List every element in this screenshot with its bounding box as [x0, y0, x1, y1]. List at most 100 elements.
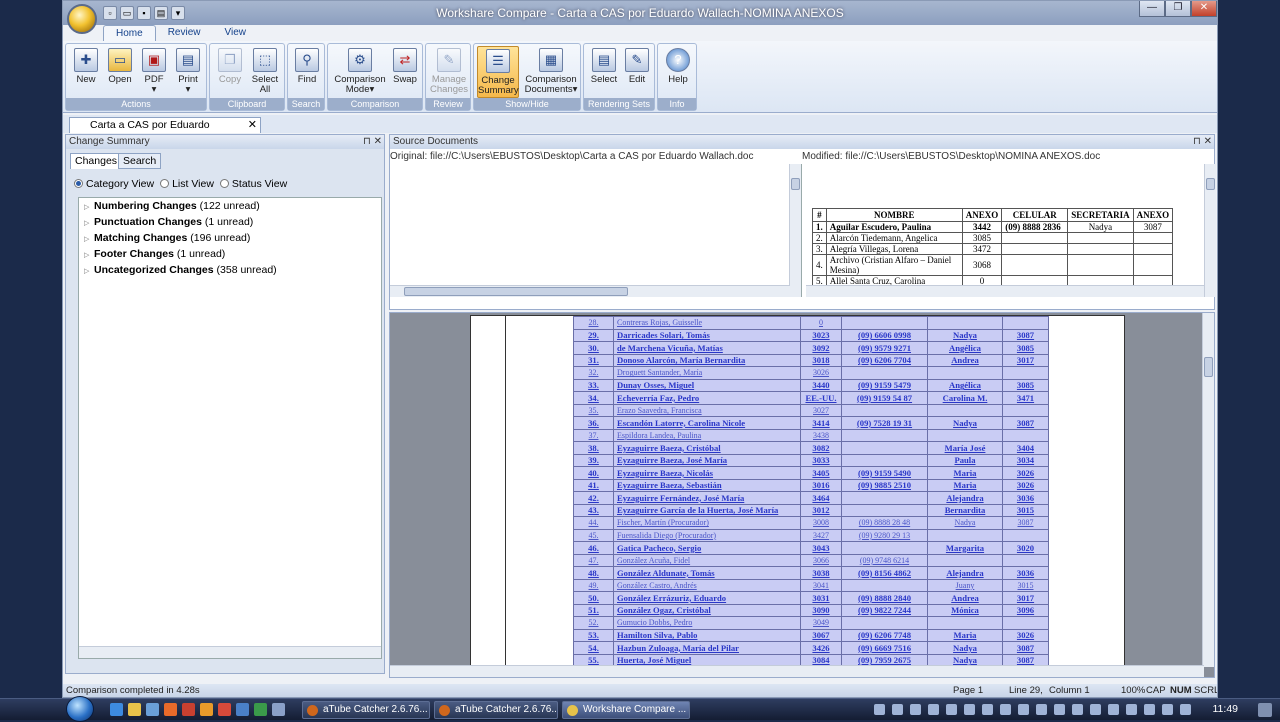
original-horizontal-scrollbar[interactable] — [390, 285, 790, 297]
help-button[interactable]: ? Help — [662, 46, 694, 85]
tree-node-footer[interactable]: ▷ Footer Changes (1 unread) — [79, 246, 381, 262]
table-cell: 47. — [573, 553, 614, 567]
find-button[interactable]: ⚲ Find — [291, 46, 323, 85]
select-set-button[interactable]: ▤ Select — [588, 46, 620, 85]
pdf-icon: ▣ — [142, 48, 166, 72]
category-view-option[interactable]: Category View — [74, 178, 154, 190]
quicklaunch-icon[interactable] — [254, 703, 267, 716]
modified-vertical-scrollbar[interactable] — [1204, 164, 1216, 297]
table-cell: 45. — [573, 528, 614, 542]
tree-node-uncategorized[interactable]: ▷ Uncategorized Changes (358 unread) — [79, 262, 381, 278]
tree-node-matching[interactable]: ▷ Matching Changes (196 unread) — [79, 230, 381, 246]
tree-node-punctuation[interactable]: ▷ Punctuation Changes (1 unread) — [79, 214, 381, 230]
table-cell: 3041 — [800, 578, 842, 592]
minimize-button[interactable]: — — [1139, 1, 1165, 17]
table-cell: Contreras Rojas, Guisselle — [613, 316, 801, 330]
table-cell: Andrea — [927, 353, 1003, 367]
list-view-option[interactable]: List View — [160, 178, 214, 190]
table-cell: 3017 — [1002, 591, 1049, 605]
document-tab[interactable]: Carta a CAS por Eduardo Wallach-... ✕ — [69, 117, 261, 145]
qat-open-icon[interactable]: ▭ — [120, 6, 134, 20]
firefox-icon[interactable] — [164, 703, 177, 716]
table-cell: Eyzaguirre Baeza, Nicolás — [613, 466, 801, 480]
original-document-view[interactable] — [390, 164, 802, 297]
close-tab-icon[interactable]: ✕ — [248, 118, 257, 132]
table-row: 49. González Castro, Andrés 3041 Juany 3015 — [573, 578, 1049, 592]
modified-document-view[interactable]: # NOMBRE ANEXO CELULAR SECRETARIA ANEXO … — [806, 164, 1216, 297]
quicklaunch-icon[interactable] — [272, 703, 285, 716]
quicklaunch-icon[interactable] — [218, 703, 231, 716]
tree-horizontal-scrollbar[interactable] — [79, 646, 381, 658]
tab-home[interactable]: Home — [103, 25, 156, 41]
edit-set-icon: ✎ — [625, 48, 649, 72]
comparison-documents-button[interactable]: ▦ Comparison Documents▾ — [522, 46, 580, 95]
quicklaunch-icon[interactable] — [146, 703, 159, 716]
comparison-mode-button[interactable]: ⚙ Comparison Mode▾ — [332, 46, 388, 95]
tab-review[interactable]: Review — [156, 25, 213, 41]
table-cell: Donoso Alarcón, María Bernardita — [613, 353, 801, 367]
new-button[interactable]: ✚ New — [70, 46, 102, 85]
maximize-button[interactable]: ❐ — [1165, 1, 1191, 17]
help-icon: ? — [666, 48, 690, 72]
table-cell: Gatica Pacheco, Sergio — [613, 541, 801, 555]
pane-close-icon[interactable]: ⊓ ✕ — [363, 135, 382, 149]
comparison-view[interactable]: 28. Contreras Rojas, Guisselle 0 29. Darrica… — [389, 312, 1215, 678]
table-row: 38. Eyzaguirre Baeza, Cristóbal 3082 María … — [573, 441, 1049, 455]
table-cell: 52. — [573, 616, 614, 630]
quicklaunch-icon[interactable] — [200, 703, 213, 716]
taskbar-button-workshare[interactable]: Workshare Compare ... — [562, 701, 690, 719]
taskbar-button-atube-1[interactable]: aTube Catcher 2.6.76... — [302, 701, 430, 719]
table-row: 37. Espildora Landea, Paulina 3438 — [573, 428, 1049, 442]
qat-customize-icon[interactable]: ▾ — [171, 6, 185, 20]
table-row: 53. Hamilton Silva, Pablo 3067 (09) 6206 77… — [573, 628, 1049, 642]
open-button[interactable]: ▭ Open — [104, 46, 136, 85]
tab-changes[interactable]: Changes — [70, 153, 123, 169]
modified-horizontal-scrollbar[interactable] — [806, 285, 1204, 297]
modified-path: Modified: file://C:\Users\EBUSTOS\Deskto… — [802, 151, 1101, 162]
table-cell: 34. — [573, 391, 614, 405]
pdf-button[interactable]: ▣ PDF ▾ — [138, 46, 170, 95]
edit-set-button[interactable]: ✎ Edit — [622, 46, 652, 85]
table-cell: Gumucio Dobbs, Pedro — [613, 616, 801, 630]
table-cell: 3404 — [1002, 441, 1049, 455]
tree-node-numbering[interactable]: ▷ Numbering Changes (122 unread) — [79, 198, 381, 214]
table-cell: 3026 — [1002, 478, 1049, 492]
application-orb-icon[interactable] — [67, 4, 97, 34]
quicklaunch-icon[interactable] — [182, 703, 195, 716]
ribbon-tabs: Home Review View — [103, 25, 258, 41]
tab-search[interactable]: Search — [118, 153, 162, 169]
swap-button[interactable]: ⇄ Swap — [390, 46, 420, 85]
show-desktop-icon[interactable] — [1258, 703, 1272, 717]
copy-button[interactable]: ❐ Copy — [214, 46, 246, 85]
manage-changes-button[interactable]: ✎ Manage Changes — [429, 46, 469, 95]
comparison-vertical-scrollbar[interactable] — [1202, 313, 1214, 667]
print-button[interactable]: ▤ Print ▾ — [172, 46, 204, 95]
table-cell: Dunay Osses, Miguel — [613, 378, 801, 392]
taskbar-button-atube-2[interactable]: aTube Catcher 2.6.76... — [434, 701, 558, 719]
explorer-icon[interactable] — [128, 703, 141, 716]
comparison-horizontal-scrollbar[interactable] — [390, 665, 1204, 677]
change-summary-button[interactable]: ☰ Change Summary — [477, 46, 519, 98]
select-all-button[interactable]: ⬚ Select All — [248, 46, 282, 95]
table-cell: 3015 — [1002, 503, 1049, 517]
close-button[interactable]: ✕ — [1191, 1, 1217, 17]
table-cell: 3023 — [800, 328, 842, 342]
start-button-icon[interactable] — [66, 696, 94, 722]
table-cell: 31. — [573, 353, 614, 367]
pane-close-icon[interactable]: ⊓ ✕ — [1193, 135, 1212, 149]
qat-new-icon[interactable]: ▫ — [103, 6, 117, 20]
select-all-icon: ⬚ — [253, 48, 277, 72]
table-cell: 3087 — [1002, 328, 1049, 342]
tab-view[interactable]: View — [212, 25, 258, 41]
original-vertical-scrollbar[interactable] — [789, 164, 801, 297]
table-cell — [841, 441, 928, 455]
table-cell: 3038 — [800, 566, 842, 580]
qat-print-icon[interactable]: ▤ — [154, 6, 168, 20]
status-view-option[interactable]: Status View — [219, 178, 287, 190]
qat-save-icon[interactable]: ▪ — [137, 6, 151, 20]
quicklaunch-icon[interactable] — [236, 703, 249, 716]
table-cell: González Aldunate, Tomás — [613, 566, 801, 580]
table-cell: Eyzaguirre Baeza, Cristóbal — [613, 441, 801, 455]
clock[interactable]: 11:49 — [1213, 703, 1239, 715]
ie-icon[interactable] — [110, 703, 123, 716]
